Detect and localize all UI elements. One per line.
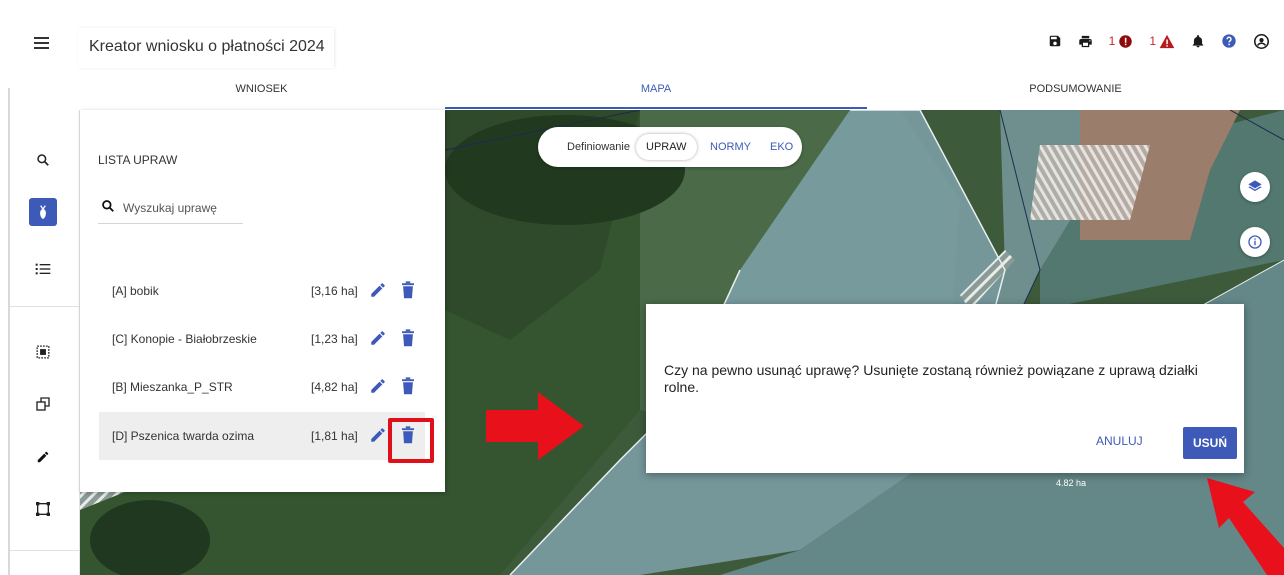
- edit-pencil-icon[interactable]: [369, 377, 387, 395]
- mode-upraw-button[interactable]: UPRAW: [636, 134, 697, 160]
- crop-search: [98, 195, 243, 224]
- crop-name: [C] Konopie - Białobrzeskie: [112, 332, 257, 346]
- app-title: Kreator wniosku o płatności 2024: [78, 28, 334, 68]
- select-area-icon: [36, 345, 50, 359]
- search-tool-button[interactable]: [29, 146, 57, 174]
- info-button[interactable]: [1240, 227, 1270, 257]
- list-tool-button[interactable]: [29, 255, 57, 283]
- warnings-indicator[interactable]: 1: [1149, 34, 1175, 49]
- tab-wniosek[interactable]: WNIOSEK: [78, 78, 445, 109]
- print-icon[interactable]: [1078, 34, 1093, 49]
- help-icon[interactable]: [1221, 33, 1237, 49]
- main-tabs: WNIOSEK MAPA PODSUMOWANIE: [78, 78, 1284, 109]
- edit-pencil-icon[interactable]: [369, 281, 387, 299]
- left-toolbar: [10, 110, 80, 575]
- delete-trash-icon[interactable]: [400, 377, 416, 395]
- dialog-message: Czy na pewno usunąć uprawę? Usunięte zos…: [664, 362, 1198, 395]
- crop-area: [4,82 ha]: [311, 380, 358, 394]
- errors-count: 1: [1108, 34, 1116, 48]
- mode-label: Definiowanie: [567, 141, 630, 153]
- crop-row[interactable]: [B] Mieszanka_P_STR [4,82 ha]: [99, 363, 425, 411]
- crop-row[interactable]: [C] Konopie - Białobrzeskie [1,23 ha]: [99, 315, 425, 363]
- info-icon: [1248, 235, 1262, 249]
- crop-name: [A] bobik: [112, 284, 159, 298]
- header-actions: 1 1: [1032, 30, 1270, 52]
- select-area-tool-button[interactable]: [29, 338, 57, 366]
- copy-tool-button[interactable]: [29, 390, 57, 418]
- pencil-icon: [37, 451, 49, 463]
- tab-mapa[interactable]: MAPA: [445, 78, 867, 109]
- bell-icon[interactable]: [1191, 34, 1205, 49]
- crop-name: [D] Pszenica twarda ozima: [112, 429, 255, 443]
- menu-icon[interactable]: [34, 37, 49, 49]
- mode-eko-button[interactable]: EKO: [760, 134, 803, 160]
- delete-trash-icon[interactable]: [400, 329, 416, 347]
- app-header: Kreator wniosku o płatności 2024 1 1: [0, 0, 1284, 78]
- cancel-button[interactable]: ANULUJ: [1096, 434, 1143, 448]
- crop-icon: [40, 205, 46, 219]
- confirm-delete-dialog: Czy na pewno usunąć uprawę? Usunięte zos…: [646, 304, 1244, 473]
- delete-trash-icon[interactable]: [400, 281, 416, 299]
- crop-row-selected[interactable]: [D] Pszenica twarda ozima [1,81 ha]: [99, 412, 425, 460]
- annotation-highlight-box: [388, 418, 434, 463]
- tab-podsumowanie[interactable]: PODSUMOWANIE: [867, 78, 1284, 109]
- account-icon[interactable]: [1253, 33, 1270, 50]
- crop-area: [1,23 ha]: [311, 332, 358, 346]
- frame-tool-button[interactable]: [29, 495, 57, 523]
- panel-title: LISTA UPRAW: [98, 153, 178, 167]
- edit-pencil-icon[interactable]: [369, 329, 387, 347]
- error-icon: [1119, 34, 1133, 48]
- save-icon[interactable]: [1048, 34, 1062, 48]
- crop-name: [B] Mieszanka_P_STR: [112, 380, 233, 394]
- delete-confirm-button[interactable]: USUŃ: [1183, 427, 1237, 459]
- copy-icon: [36, 397, 50, 411]
- search-icon: [37, 154, 49, 166]
- toolbar-divider: [10, 550, 80, 551]
- annotation-arrow-icon: [486, 392, 584, 460]
- warnings-count: 1: [1149, 34, 1156, 48]
- errors-indicator[interactable]: 1: [1109, 34, 1134, 49]
- layers-button[interactable]: [1240, 172, 1270, 202]
- list-icon: [35, 263, 51, 275]
- app-root: 4.82 ha Definiowanie UPRAW NORMY EKO Kre…: [0, 0, 1284, 575]
- crop-frame-icon: [36, 502, 50, 516]
- field-area-label: 4.82 ha: [1056, 478, 1087, 488]
- crop-search-input[interactable]: [123, 196, 241, 220]
- crop-area: [1,81 ha]: [311, 429, 358, 443]
- crops-tool-button[interactable]: [29, 198, 57, 226]
- edit-pencil-icon[interactable]: [369, 426, 387, 444]
- toolbar-divider: [10, 306, 80, 307]
- map-mode-switch: Definiowanie UPRAW NORMY EKO: [538, 127, 802, 167]
- annotation-arrow-up-icon: [1207, 478, 1284, 575]
- crop-row[interactable]: [A] bobik [3,16 ha]: [99, 267, 425, 315]
- draw-tool-button[interactable]: [29, 443, 57, 471]
- layers-icon: [1248, 180, 1262, 192]
- crop-area: [3,16 ha]: [311, 284, 358, 298]
- search-icon: [102, 200, 114, 212]
- mode-normy-button[interactable]: NORMY: [700, 134, 761, 160]
- warning-icon: [1159, 34, 1175, 48]
